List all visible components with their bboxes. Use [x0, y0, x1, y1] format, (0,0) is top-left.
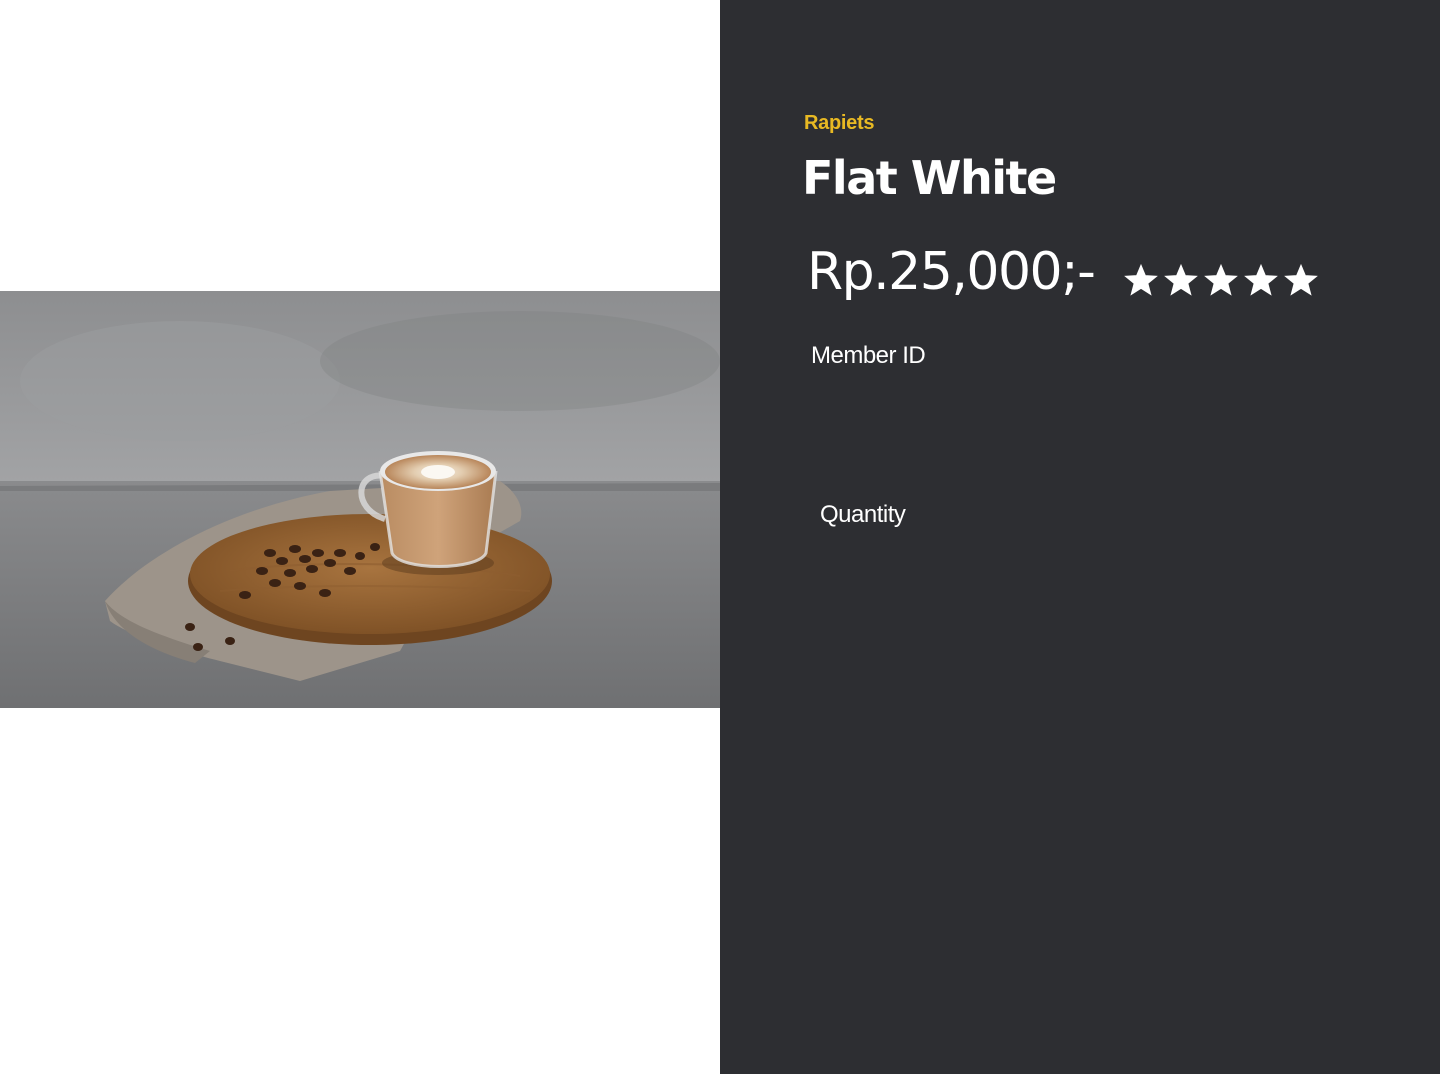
product-page: Rapiets Flat White Rp.25,000;- Member ID… [0, 0, 1440, 1074]
brand-name: Rapiets [804, 112, 875, 134]
member-id-label: Member ID [811, 342, 926, 369]
product-image-panel [0, 0, 720, 1074]
star-rating [1122, 260, 1320, 300]
star-icon [1284, 263, 1318, 296]
product-title: Flat White [802, 151, 1057, 205]
product-price: Rp.25,000;- [807, 242, 1096, 302]
star-icon [1244, 263, 1278, 296]
star-icon [1124, 263, 1158, 296]
product-photo [0, 291, 720, 708]
star-icon [1204, 263, 1238, 296]
star-icon [1164, 263, 1198, 296]
product-details-panel: Rapiets Flat White Rp.25,000;- Member ID… [720, 0, 1440, 1074]
quantity-label: Quantity [820, 501, 906, 528]
